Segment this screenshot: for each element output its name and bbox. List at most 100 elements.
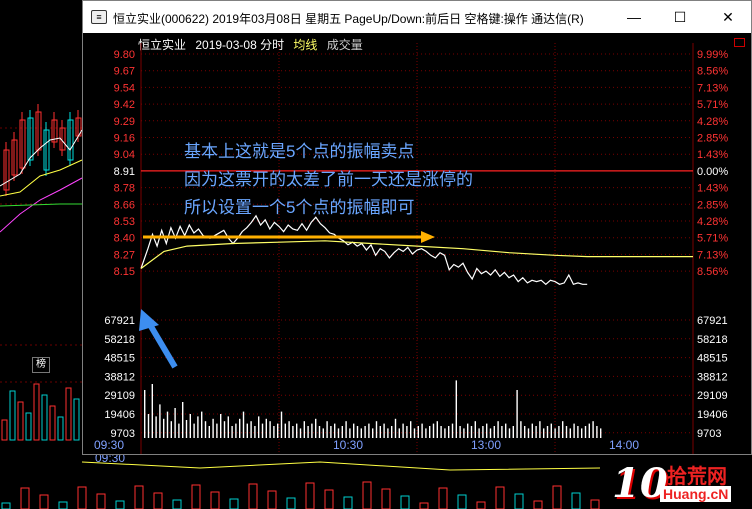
volume-bar [147,414,150,438]
pct-tick-label: 7.13% [697,82,728,94]
volume-bar [387,428,389,438]
bg-volume-bar [39,494,49,509]
volume-bar [413,428,416,438]
price-tick-label: 8.40 [114,233,135,245]
pct-tick-label: 0.00% [697,166,728,178]
intraday-chart[interactable]: 9.80 9.99% 9.67 8.56% 9.54 7.13% 9.42 5.71% 9.29… [83,33,751,454]
volume-bar [440,426,442,438]
pct-tick-label: 5.71% [697,99,728,111]
pct-tick-label: 2.85% [697,133,728,145]
volume-bar [189,414,191,438]
app-icon: ≡ [91,10,107,24]
volume-bar [250,421,252,438]
volume-bar [292,426,294,438]
volume-tick-label-right: 48515 [697,353,728,365]
pct-tick-label: 5.71% [697,233,728,245]
volume-bar [588,423,590,438]
volume-tick-label-right: 9703 [697,428,721,440]
volume-bar [531,423,533,438]
bg-volume-bar [438,487,448,509]
maximize-button[interactable]: ☐ [657,1,703,33]
bg-volume-bar [172,499,182,509]
watermark-en: Huang.cN [660,486,732,502]
volume-bar [558,426,560,438]
volume-bar [474,421,476,438]
volume-bar [170,421,172,438]
volume-bar [265,418,267,438]
bg-volume-bar [400,495,410,509]
volume-tick-label: 29109 [104,390,135,402]
bg-volume-bar [533,500,543,509]
bg-volume-bar [115,500,125,509]
volume-bar [516,390,518,438]
volume-bar [505,423,507,438]
bg-volume-bar [590,499,600,509]
price-tick-label: 9.29 [114,116,135,128]
close-button[interactable]: ✕ [705,1,751,33]
volume-bar [303,421,305,438]
volume-bar [341,426,343,438]
volume-bar [391,426,393,438]
volume-bar [402,423,404,438]
volume-bar [334,423,336,438]
price-tick-label: 8.91 [114,166,135,178]
volume-bar [345,421,347,438]
volume-bar [592,421,594,438]
bg-volume-bar [191,484,201,509]
volume-bar [539,421,541,438]
volume-bar [311,423,313,438]
bg-volume-bar [96,493,106,509]
volume-bar [197,416,199,438]
volume-bar [417,426,419,438]
volume-bar [436,421,438,438]
volume-bar [493,426,495,438]
volume-bar [364,426,366,438]
volume-bar [337,428,340,438]
volume-bar [463,428,465,438]
bg-volume-bar [495,486,505,509]
volume-bar [489,428,492,438]
window-titlebar[interactable]: ≡ 恒立实业(000622) 2019年03月08日 星期五 PageUp/Do… [83,1,751,33]
bg-volume-bar [286,497,296,509]
volume-bar [421,423,423,438]
background-rank-glyph: 榜 [32,357,50,373]
volume-bar [178,423,180,438]
window-title: 恒立实业(000622) 2019年03月08日 星期五 PageUp/Down… [113,12,584,26]
volume-bar [155,416,157,438]
volume-bar [432,423,435,438]
volume-bar [166,411,169,438]
volume-bar [204,421,207,438]
volume-bar [322,428,324,438]
minimize-button[interactable]: — [611,1,657,33]
bg-left-volume-bar [49,405,56,441]
volume-bar [410,421,412,438]
volume-bar [429,426,431,438]
bg-left-volume-bar [65,387,72,441]
volume-bar [478,428,480,438]
intraday-chart-window: ≡ 恒立实业(000622) 2019年03月08日 星期五 PageUp/Do… [82,0,752,455]
pct-tick-label: 7.13% [697,249,728,261]
bg-volume-bar [229,498,239,509]
volume-bar [577,426,579,438]
volume-bar [231,426,233,438]
price-tick-label: 8.15 [114,266,135,278]
volume-bar [569,428,571,438]
bg-left-volume-bar [1,419,8,441]
volume-bar [220,414,222,438]
volume-bar [242,411,245,438]
bg-volume-bar [381,488,391,509]
volume-bar [349,428,351,438]
volume-bar [261,423,264,438]
volume-bar [444,428,446,438]
volume-bar [235,423,237,438]
volume-bar [288,421,290,438]
volume-bar [174,408,176,438]
volume-tick-label-right: 38812 [697,371,728,383]
bg-volume-bar [324,489,334,509]
volume-bar [368,423,370,438]
bg-left-volume-bar [9,390,16,441]
volume-bar [296,423,298,438]
volume-bar [455,380,457,438]
bg-ma-green [0,203,82,207]
volume-bar [383,423,385,438]
